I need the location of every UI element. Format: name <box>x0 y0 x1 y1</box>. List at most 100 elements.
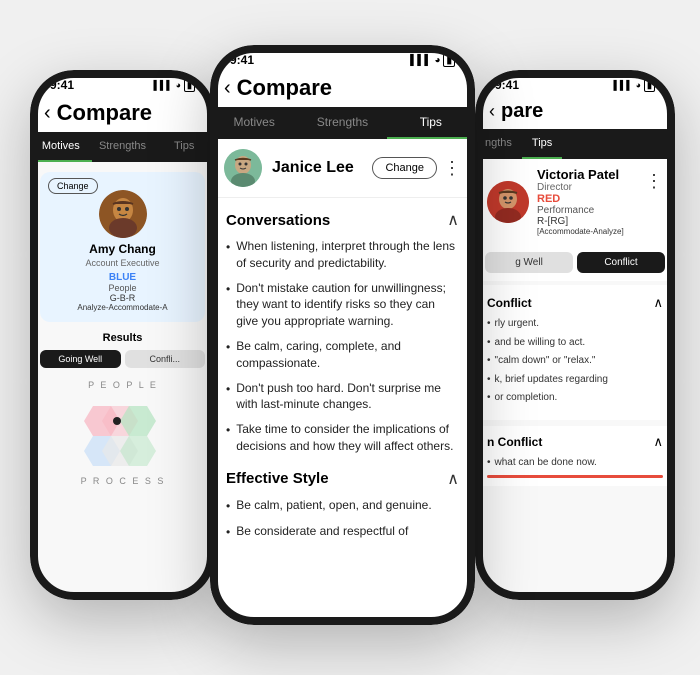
right-status-icons: ▌▌▌ ◕ ▮ <box>613 79 655 92</box>
right-title: pare <box>501 100 543 123</box>
left-conflict-tab[interactable]: Confli... <box>125 350 206 368</box>
red-underline <box>487 475 663 478</box>
left-hex-chart: P E O P L E P R O C E S S <box>53 376 193 496</box>
right-tab-strengths[interactable]: ngths <box>475 129 522 159</box>
conflict-item-5: • or completion. <box>487 391 663 405</box>
right-under-chevron[interactable]: ∧ <box>653 434 663 450</box>
conflict-item-4: • k, brief updates regarding <box>487 373 663 387</box>
center-conversations-chevron[interactable]: ∧ <box>447 210 459 230</box>
center-status-bar: 9:41 ▌▌▌ ◕ ▮ <box>210 45 475 71</box>
phone-right: 9:41 ▌▌▌ ◕ ▮ ‹ pare ngths Tips <box>475 70 675 600</box>
tip-item-3: • Be calm, caring, complete, and compass… <box>226 338 459 372</box>
left-going-well-tab[interactable]: Going Well <box>40 350 121 368</box>
left-tab-motives[interactable]: Motives <box>30 132 92 162</box>
right-signal-icon: ▌▌▌ <box>613 80 632 90</box>
left-content: Change Amy Chang Account Executive <box>30 162 215 600</box>
center-tip-content: Conversations ∧ • When listening, interp… <box>210 198 475 625</box>
right-conflict-header: Conflict ∧ <box>487 295 663 311</box>
center-change-button[interactable]: Change <box>372 157 437 179</box>
phone-left: 9:41 ▌▌▌ ◕ ▮ ‹ Compare Motives Strengths… <box>30 70 215 600</box>
left-tab-bar: Motives Strengths Tips <box>30 132 215 162</box>
center-wifi-icon: ◕ <box>434 55 440 66</box>
left-contact-name: Amy Chang <box>50 242 195 256</box>
right-tab-bar: ngths Tips <box>475 129 675 159</box>
phone-center: 9:41 ▌▌▌ ◕ ▮ ‹ Compare Motives Strengths… <box>210 45 475 625</box>
center-back-button[interactable]: ‹ <box>224 77 231 100</box>
center-nav-bar: ‹ Compare <box>210 71 475 107</box>
center-person-row: Janice Lee Change ⋮ <box>210 139 475 198</box>
right-going-well-tab[interactable]: g Well <box>485 252 573 273</box>
center-person-name: Janice Lee <box>272 159 372 177</box>
left-tab-tips[interactable]: Tips <box>153 132 215 162</box>
right-analyze: [Accommodate-Analyze] <box>537 227 645 236</box>
left-contact-card: Change Amy Chang Account Executive <box>40 172 205 322</box>
center-effective-section: Effective Style ∧ • Be calm, patient, op… <box>226 469 459 541</box>
left-change-button[interactable]: Change <box>48 178 98 194</box>
left-contact-code: G-B-R <box>50 293 195 303</box>
tip-item-4: • Don't push too hard. Don't surprise me… <box>226 380 459 414</box>
center-person-avatar <box>224 149 262 187</box>
center-tab-strengths[interactable]: Strengths <box>298 107 386 139</box>
right-under-conflict: n Conflict ∧ • what can be done now. <box>475 426 675 487</box>
right-conflict-title: Conflict <box>487 296 532 310</box>
right-nav-bar: ‹ pare <box>475 96 675 129</box>
right-person-row: Victoria Patel Director RED Performance … <box>475 159 675 244</box>
right-person-info: Victoria Patel Director RED Performance … <box>537 167 645 236</box>
left-time: 9:41 <box>50 78 74 92</box>
right-color: RED <box>537 193 645 205</box>
svg-text:P R O C E S S: P R O C E S S <box>80 476 165 486</box>
left-results: Results Going Well Confli... P E O P L E… <box>40 332 205 496</box>
center-effective-chevron[interactable]: ∧ <box>447 469 459 489</box>
right-back-button[interactable]: ‹ <box>489 101 495 122</box>
conflict-item-1: • rly urgent. <box>487 317 663 331</box>
center-time: 9:41 <box>230 53 254 67</box>
left-avatar <box>99 190 147 238</box>
left-contact-role: Account Executive <box>50 258 195 268</box>
right-conflict-chevron[interactable]: ∧ <box>653 295 663 311</box>
tip-item-5: • Take time to consider the implications… <box>226 421 459 455</box>
battery-icon: ▮ <box>184 79 195 92</box>
center-dots-button[interactable]: ⋮ <box>443 158 461 179</box>
scene: 9:41 ▌▌▌ ◕ ▮ ‹ Compare Motives Strengths… <box>0 0 700 675</box>
left-title: Compare <box>57 100 152 126</box>
left-back-button[interactable]: ‹ <box>44 102 51 125</box>
left-results-tabs: Going Well Confli... <box>40 350 205 368</box>
conflict-item-3: • "calm down" or "relax." <box>487 354 663 368</box>
right-conflict-section: Conflict ∧ • rly urgent. • and be willin… <box>475 285 675 420</box>
right-battery-icon: ▮ <box>644 79 655 92</box>
right-content: Victoria Patel Director RED Performance … <box>475 159 675 600</box>
tip-effective-2: • Be considerate and respectful of <box>226 523 459 541</box>
right-status-bar: 9:41 ▌▌▌ ◕ ▮ <box>475 70 675 96</box>
right-time: 9:41 <box>495 78 519 92</box>
right-code: R-[RG] <box>537 216 645 227</box>
conflict-item-2: • and be willing to act. <box>487 336 663 350</box>
center-effective-title: Effective Style <box>226 470 329 487</box>
center-tab-tips[interactable]: Tips <box>387 107 475 139</box>
right-under-conflict-header: n Conflict ∧ <box>487 434 663 450</box>
center-battery-icon: ▮ <box>443 54 455 67</box>
left-contact-color: BLUE <box>50 272 195 283</box>
center-conversations-title: Conversations <box>226 212 330 229</box>
wifi-icon: ◕ <box>176 80 181 90</box>
svg-text:P E O P L E: P E O P L E <box>88 380 158 390</box>
right-avatar <box>487 181 529 223</box>
left-status-bar: 9:41 ▌▌▌ ◕ ▮ <box>30 70 215 96</box>
right-conflict-tab[interactable]: Conflict <box>577 252 665 273</box>
center-tab-motives[interactable]: Motives <box>210 107 298 139</box>
center-tab-bar: Motives Strengths Tips <box>210 107 475 139</box>
left-status-icons: ▌▌▌ ◕ ▮ <box>153 79 195 92</box>
right-dots-button[interactable]: ⋮ <box>645 167 663 192</box>
under-conflict-item-1: • what can be done now. <box>487 456 663 470</box>
left-tab-strengths[interactable]: Strengths <box>92 132 154 162</box>
left-results-title: Results <box>40 332 205 344</box>
center-status-icons: ▌▌▌ ◕ ▮ <box>410 54 455 67</box>
left-contact-analyze: Analyze-Accommodate-A <box>50 303 195 312</box>
tip-item-1: • When listening, interpret through the … <box>226 238 459 272</box>
right-tab-tips[interactable]: Tips <box>522 129 562 159</box>
center-title: Compare <box>237 75 332 101</box>
center-conversations-header: Conversations ∧ <box>226 210 459 230</box>
right-under-conflict-title: n Conflict <box>487 435 542 449</box>
center-effective-header: Effective Style ∧ <box>226 469 459 489</box>
right-results-tabs: g Well Conflict <box>475 244 675 281</box>
tip-item-2: • Don't mistake caution for unwillingnes… <box>226 280 459 330</box>
